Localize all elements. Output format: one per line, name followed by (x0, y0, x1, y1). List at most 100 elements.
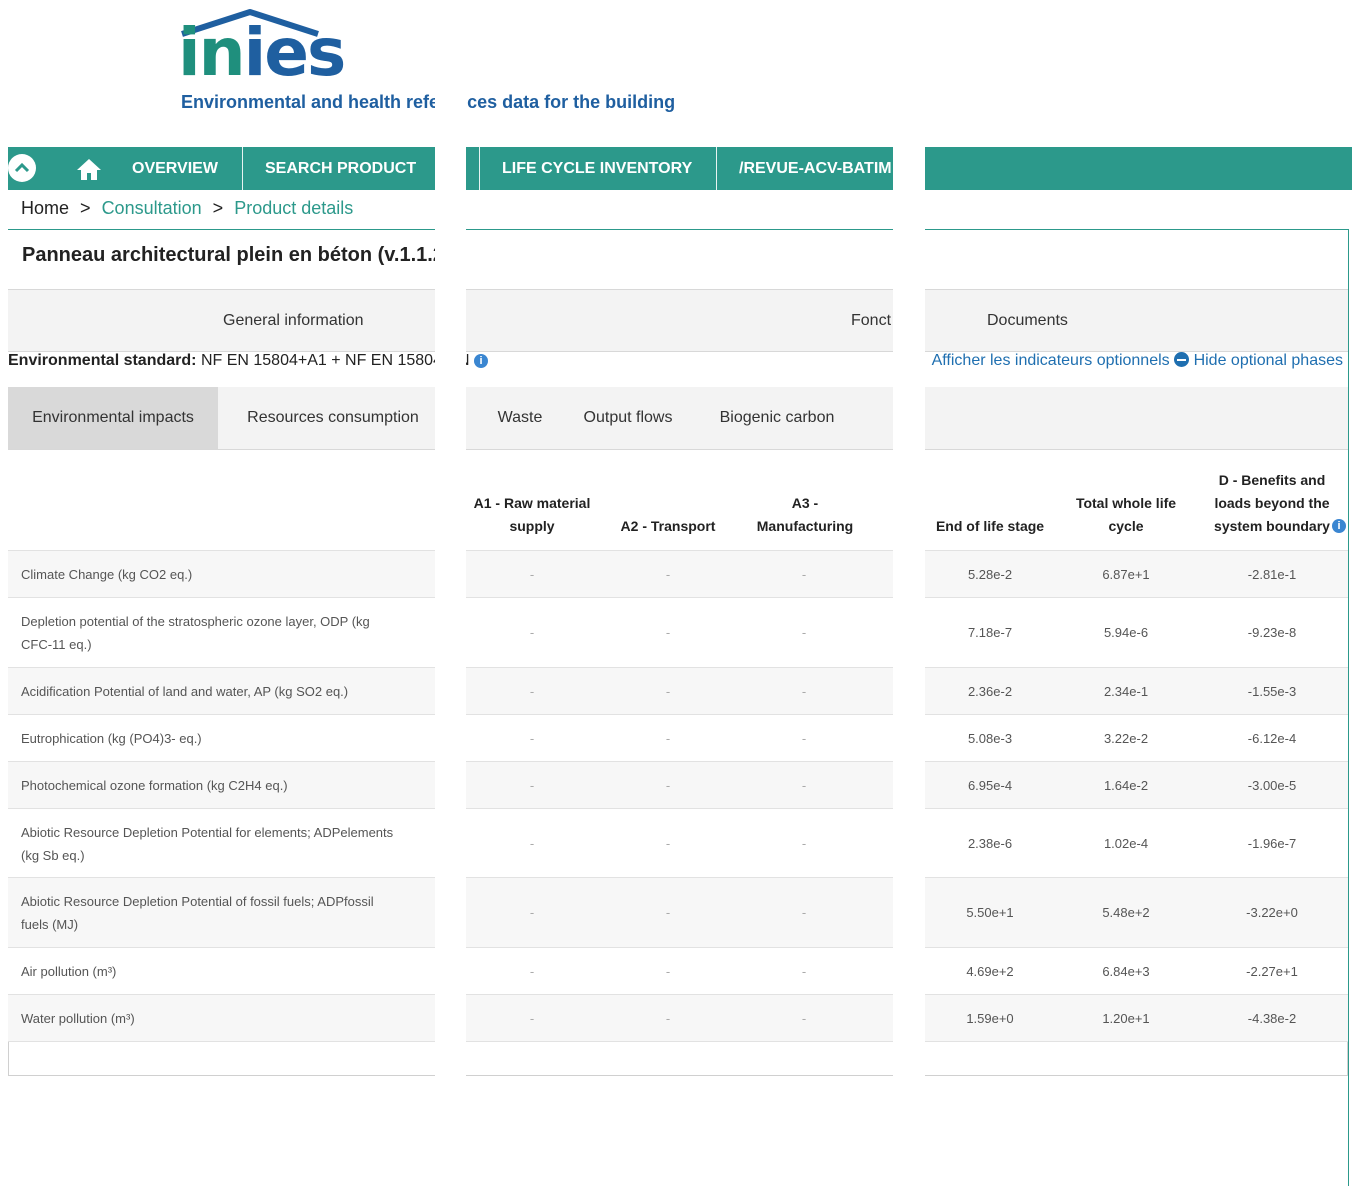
info-tabs: General informationFonctDocuments (925, 289, 1348, 352)
nav-divider (479, 147, 480, 190)
value-end-of-life: 4.69e+2 (966, 963, 1014, 979)
show-optional-indicators-link[interactable]: Afficher les indicateurs optionnels (932, 352, 1170, 369)
header-a3-line: Manufacturing (756, 518, 854, 534)
nav-divider (716, 147, 717, 190)
indicator-name: Air pollution (m³) (21, 960, 401, 983)
subtab-1[interactable]: Resources consumption (218, 387, 435, 449)
main-nav: OVERVIEWSEARCH PRODUCTLIFE CYCLE INVENTO… (8, 147, 435, 190)
tab-documents[interactable]: Documents (987, 290, 1068, 351)
indicator-name-line: Air pollution (m³) (21, 964, 117, 979)
value-d-benefits: -1.55e-3 (1247, 683, 1297, 699)
page-strip-content: iniesEnvironmental and health references… (925, 0, 1359, 1186)
environmental-standard: Environmental standard: NF EN 15804+A1 +… (466, 352, 488, 370)
empty-value: - (801, 777, 807, 793)
empty-value: - (801, 730, 807, 746)
indicator-name-line: Eutrophication (kg (PO4)3- eq.) (21, 731, 202, 746)
value-d-benefits: -3.22e+0 (1246, 905, 1298, 920)
value-end-of-life: 2.38e-6 (967, 835, 1013, 851)
empty-value: - (665, 905, 671, 920)
tab-general-information[interactable]: General information (223, 290, 364, 351)
header-a3: A3 - Manufacturing (740, 492, 870, 538)
nav-item-3[interactable]: /REVUE-ACV-BATIM (739, 147, 892, 190)
empty-value: - (529, 835, 535, 851)
empty-value: - (529, 625, 535, 640)
nav-item-2[interactable]: LIFE CYCLE INVENTORY (502, 147, 692, 190)
tab-fonctional[interactable]: Fonct (851, 290, 891, 351)
subtab-4[interactable]: Biogenic carbon (702, 387, 852, 449)
indicator-name: Abiotic Resource Depletion Potential of … (21, 890, 401, 936)
page-strip: iniesEnvironmental and health references… (0, 0, 435, 1186)
indicator-name: Depletion potential of the stratospheric… (21, 610, 401, 656)
table-row-line (925, 1041, 1348, 1042)
value-d-benefits: -6.12e-4 (1247, 730, 1297, 746)
optional-links: Afficher les indicateurs optionnels Hide… (932, 352, 1343, 370)
header-end-of-life-line: End of life stage (935, 518, 1045, 534)
header-a1-line: supply (509, 518, 555, 534)
nav-item-1[interactable]: SEARCH PRODUCT (265, 147, 416, 190)
page-strip-content: iniesEnvironmental and health references… (466, 0, 893, 1186)
indicator-name: Photochemical ozone formation (kg C2H4 e… (21, 774, 401, 797)
table-row-line (925, 947, 1348, 948)
value-d-benefits: -4.38e-2 (1247, 1010, 1297, 1026)
main-nav: OVERVIEWSEARCH PRODUCTLIFE CYCLE INVENTO… (925, 147, 1352, 190)
empty-value: - (801, 835, 807, 851)
indicator-name-line: CFC-11 eq.) (21, 637, 92, 652)
value-d-benefits: -3.00e-5 (1247, 777, 1297, 793)
page-title: Panneau architectural plein en béton (v.… (22, 244, 435, 266)
empty-value: - (665, 566, 671, 582)
subtab-3[interactable]: Output flows (568, 387, 688, 449)
indicator-name-line: Climate Change (kg CO2 eq.) (21, 567, 193, 582)
header-end-of-life: End of life stage (925, 515, 1055, 538)
breadcrumb-underline (925, 229, 1349, 230)
value-end-of-life: 5.28e-2 (967, 566, 1013, 582)
breadcrumb: Home > Consultation > Product details (21, 198, 353, 219)
value-end-of-life: 7.18e-7 (967, 625, 1013, 640)
subtab-0[interactable]: Environmental impacts (8, 387, 218, 449)
empty-value: - (665, 683, 671, 699)
breadcrumb-consultation[interactable]: Consultation (102, 198, 202, 218)
value-d-benefits: -9.23e-8 (1247, 625, 1297, 640)
hide-optional-phases-link[interactable]: Hide optional phases (1194, 352, 1343, 369)
nav-item-0[interactable]: OVERVIEW (132, 147, 218, 190)
collapse-up-icon[interactable] (8, 154, 36, 182)
value-total-life-cycle: 1.20e+1 (1102, 1010, 1150, 1026)
empty-value: - (801, 566, 807, 582)
info-icon[interactable]: i (473, 354, 488, 368)
value-d-benefits: -2.27e+1 (1246, 963, 1298, 979)
breadcrumb-home[interactable]: Home (21, 198, 69, 218)
indicator-name-line: Depletion potential of the stratospheric… (21, 614, 370, 629)
indicator-name: Abiotic Resource Depletion Potential for… (21, 821, 401, 867)
empty-value: - (529, 730, 535, 746)
header-total-line: Total whole life (1075, 495, 1177, 511)
info-icon[interactable]: i (1332, 519, 1346, 533)
subtab-2[interactable]: Waste (478, 387, 562, 449)
indicator-name: Water pollution (m³) (21, 1007, 401, 1030)
table-row-line (466, 947, 893, 948)
page-strip: iniesEnvironmental and health references… (925, 0, 1359, 1186)
nav-divider (242, 147, 243, 190)
table-bottom-line (925, 1075, 1348, 1076)
empty-value: - (529, 566, 535, 582)
minus-circle-icon[interactable] (1174, 352, 1190, 367)
value-total-life-cycle: 6.84e+3 (1102, 963, 1150, 979)
indicator-name-line: Abiotic Resource Depletion Potential of … (21, 894, 374, 909)
standard-value: NF EN 15804+A1 + NF EN 15804/CN (200, 352, 435, 369)
empty-value: - (529, 905, 535, 920)
empty-value: - (529, 1010, 535, 1026)
inies-logo[interactable]: inies (178, 20, 346, 86)
main-nav: OVERVIEWSEARCH PRODUCTLIFE CYCLE INVENTO… (466, 147, 893, 190)
table-row-line (925, 808, 1348, 809)
header-total: Total whole life cycle (1066, 492, 1186, 538)
header-d-benefits-line: loads beyond the (1214, 495, 1330, 511)
home-icon[interactable] (76, 157, 102, 186)
empty-value: - (529, 963, 535, 979)
header-d-benefits-line: D - Benefits and (1218, 472, 1326, 488)
value-end-of-life: 5.08e-3 (967, 730, 1013, 746)
breadcrumb-current: Product details (234, 198, 354, 218)
value-d-benefits: -1.96e-7 (1247, 835, 1297, 851)
table-row-line (466, 808, 893, 809)
table-row-line (466, 1041, 893, 1042)
info-tabs: General informationFonctDocuments (8, 289, 435, 352)
value-end-of-life: 1.59e+0 (966, 1010, 1014, 1026)
table-row-line (8, 597, 435, 598)
